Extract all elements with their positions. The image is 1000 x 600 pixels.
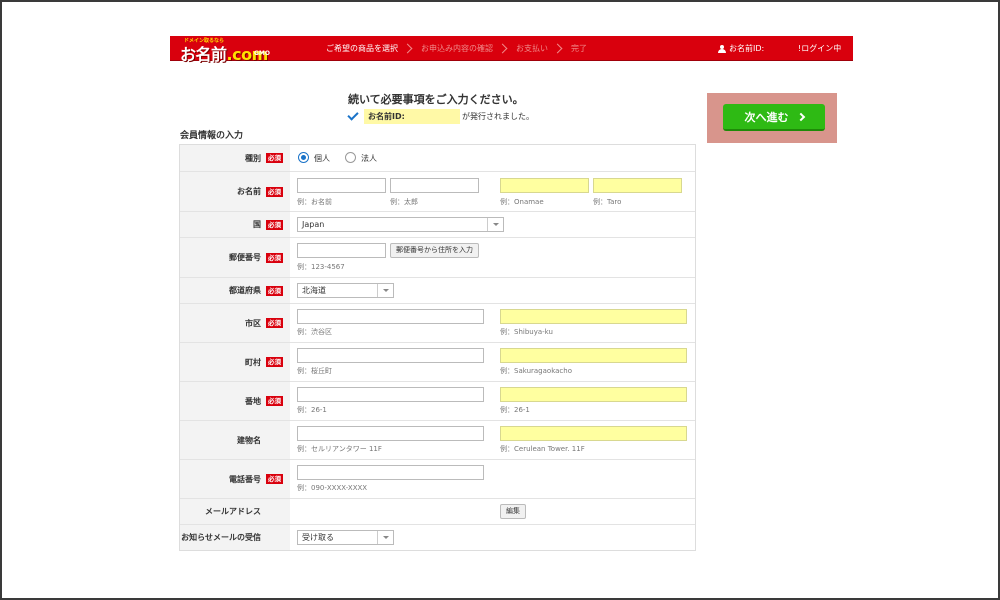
label-type: 種別 必須 — [180, 145, 290, 171]
form-row-town: 町村 必須 例：桜丘町 例：Sakuragaokacho — [180, 342, 695, 381]
last-name-input[interactable] — [297, 178, 386, 193]
form-row-city: 市区 必須 例：渋谷区 例：Shibuya-ku — [180, 303, 695, 342]
radio-corporate-label: 法人 — [361, 154, 377, 163]
page-title: 続いて必要事項をご入力ください。 — [348, 93, 524, 106]
step-payment: お支払い — [516, 44, 548, 53]
label-address: 番地 必須 — [180, 382, 290, 420]
chevron-right-icon — [497, 43, 508, 54]
user-id-display: お名前ID: — [718, 36, 764, 61]
label-building: 建物名必須 — [180, 421, 290, 459]
hint-first-name: 例：太郎 — [390, 198, 418, 206]
required-badge: 必須 — [266, 153, 283, 163]
chevron-down-icon — [377, 531, 393, 544]
required-badge: 必須 — [266, 396, 283, 406]
label-city: 市区 必須 — [180, 304, 290, 342]
member-info-form: 種別 必須 個人 法人 お名前 必須 例：お名前 例：太郎 例：Onamae 例：T… — [179, 144, 696, 551]
required-badge: 必須 — [266, 186, 283, 197]
first-name-roman-input[interactable] — [593, 178, 682, 193]
radio-corporate[interactable] — [345, 152, 356, 163]
last-name-roman-input[interactable] — [500, 178, 589, 193]
chevron-down-icon — [487, 218, 503, 231]
label-phone: 電話番号 必須 — [180, 460, 290, 498]
hint-building-roman: 例：Cerulean Tower. 11F — [500, 445, 585, 453]
form-row-newsletter: お知らせメールの受信必須 受け取る — [180, 524, 695, 550]
step-confirm: お申込み内容の確認 — [421, 44, 493, 53]
first-name-input[interactable] — [390, 178, 479, 193]
login-status[interactable]: !ログイン中 — [798, 36, 841, 61]
required-badge: 必須 — [266, 318, 283, 328]
label-postal: 郵便番号 必須 — [180, 238, 290, 277]
form-row-prefecture: 都道府県 必須 北海道 — [180, 277, 695, 303]
form-row-postal: 郵便番号 必須 郵便番号から住所を入力 例：123-4567 — [180, 237, 695, 277]
label-prefecture: 都道府県 必須 — [180, 278, 290, 303]
user-id-label: お名前ID: — [729, 44, 765, 53]
logo-gmo: GMO — [254, 49, 270, 57]
hint-building: 例：セルリアンタワー 11F — [297, 445, 382, 453]
onamae-id-value: お名前ID: — [364, 109, 460, 124]
label-country: 国必須 — [180, 212, 290, 237]
required-badge: 必須 — [266, 285, 283, 296]
required-badge: 必須 — [266, 252, 283, 263]
site-header: ドメイン取るなら お名前.com GMO ご希望の商品を選択 お申込み内容の確認… — [170, 36, 853, 64]
section-title: 会員情報の入力 — [180, 131, 244, 141]
step-select-product: ご希望の商品を選択 — [326, 44, 398, 53]
required-badge: 必須 — [266, 357, 283, 367]
onamae-logo[interactable]: ドメイン取るなら お名前.com GMO — [176, 36, 280, 64]
hint-postal: 例：123-4567 — [297, 263, 345, 271]
hint-town-roman: 例：Sakuragaokacho — [500, 367, 572, 375]
step-complete: 完了 — [571, 44, 587, 53]
town-input[interactable] — [297, 348, 484, 363]
building-input[interactable] — [297, 426, 484, 441]
hint-address-roman: 例：26-1 — [500, 406, 530, 414]
radio-individual-label: 個人 — [314, 154, 330, 163]
id-issued-message: お名前ID: が発行されました。 — [346, 109, 534, 124]
label-town: 町村 必須 — [180, 343, 290, 381]
address-roman-input[interactable] — [500, 387, 687, 402]
city-roman-input[interactable] — [500, 309, 687, 324]
postal-code-input[interactable] — [297, 243, 386, 258]
progress-steps: ご希望の商品を選択 お申込み内容の確認 お支払い 完了 — [326, 36, 587, 61]
postal-lookup-button[interactable]: 郵便番号から住所を入力 — [390, 243, 479, 258]
radio-individual[interactable] — [298, 152, 309, 163]
form-row-address: 番地 必須 例：26-1 例：26-1 — [180, 381, 695, 420]
newsletter-select[interactable]: 受け取る — [297, 530, 394, 545]
checkmark-icon — [347, 109, 359, 121]
next-button[interactable]: 次へ進む — [723, 104, 825, 131]
country-select[interactable]: Japan — [297, 217, 504, 232]
form-row-type: 種別 必須 個人 法人 — [180, 145, 695, 171]
label-newsletter: お知らせメールの受信必須 — [180, 525, 290, 550]
phone-input[interactable] — [297, 465, 484, 480]
hint-city: 例：渋谷区 — [297, 328, 332, 336]
label-name: お名前 必須 — [180, 172, 290, 211]
label-email: メールアドレス必須 — [180, 499, 290, 524]
form-row-country: 国必須 Japan — [180, 211, 695, 237]
hint-last-name-roman: 例：Onamae — [500, 198, 544, 206]
town-roman-input[interactable] — [500, 348, 687, 363]
building-roman-input[interactable] — [500, 426, 687, 441]
form-row-email: メールアドレス必須 編集 — [180, 498, 695, 524]
hint-town: 例：桜丘町 — [297, 367, 332, 375]
issued-text: が発行されました。 — [462, 112, 534, 121]
form-row-building: 建物名必須 例：セルリアンタワー 11F 例：Cerulean Tower. 1… — [180, 420, 695, 459]
address-input[interactable] — [297, 387, 484, 402]
chevron-right-icon — [552, 43, 563, 54]
hint-first-name-roman: 例：Taro — [593, 198, 622, 206]
hint-address: 例：26-1 — [297, 406, 327, 414]
next-button-highlight: 次へ進む — [707, 93, 837, 143]
form-row-name: お名前 必須 例：お名前 例：太郎 例：Onamae 例：Taro — [180, 171, 695, 211]
chevron-down-icon — [377, 284, 393, 297]
user-icon — [718, 44, 726, 53]
form-row-phone: 電話番号 必須 例：090-XXXX-XXXX — [180, 459, 695, 498]
hint-last-name: 例：お名前 — [297, 198, 332, 206]
required-badge: 必須 — [266, 219, 283, 230]
city-input[interactable] — [297, 309, 484, 324]
next-button-label: 次へ進む — [744, 110, 789, 124]
chevron-right-icon — [402, 43, 413, 54]
hint-city-roman: 例：Shibuya-ku — [500, 328, 553, 336]
chevron-right-icon — [796, 112, 805, 121]
required-badge: 必須 — [266, 474, 283, 484]
email-edit-button[interactable]: 編集 — [500, 504, 526, 519]
prefecture-select[interactable]: 北海道 — [297, 283, 394, 298]
hint-phone: 例：090-XXXX-XXXX — [297, 484, 368, 492]
